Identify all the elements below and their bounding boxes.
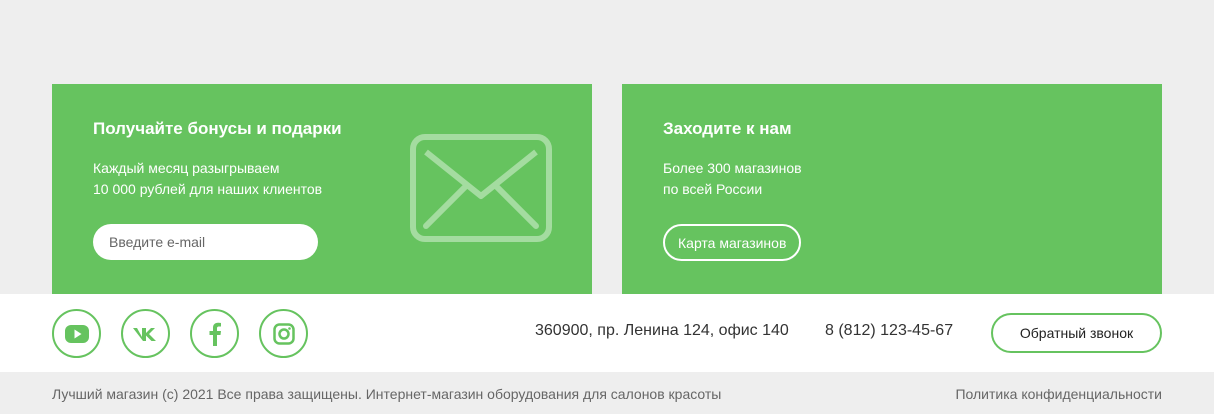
footer-main: 360900, пр. Ленина 124, офис 140 8 (812)… — [0, 294, 1214, 372]
stores-block: Заходите к нам Более 300 магазинов по вс… — [622, 84, 1162, 294]
privacy-policy-link[interactable]: Политика конфиденциальности — [955, 386, 1162, 402]
stores-title: Заходите к нам — [663, 119, 792, 138]
bonus-description: Каждый месяц разыгрываем 10 000 рублей д… — [93, 158, 322, 200]
footer-bottom: Лучший магазин (c) 2021 Все права защище… — [0, 372, 1214, 414]
phone-number[interactable]: 8 (812) 123-45-67 — [825, 322, 953, 340]
bonus-title: Получайте бонусы и подарки — [93, 119, 342, 138]
youtube-link[interactable] — [52, 309, 101, 358]
stores-map-button[interactable]: Карта магазинов — [663, 224, 802, 261]
youtube-icon — [64, 324, 89, 343]
vk-link[interactable] — [121, 309, 170, 358]
callback-button[interactable]: Обратный звонок — [991, 313, 1162, 353]
instagram-icon — [272, 322, 295, 345]
vk-icon — [132, 327, 156, 341]
facebook-link[interactable] — [190, 309, 239, 358]
copyright-text: Лучший магазин (c) 2021 Все права защище… — [52, 386, 722, 402]
email-input[interactable] — [93, 224, 318, 260]
bonus-description-line2: 10 000 рублей для наших клиентов — [93, 181, 323, 197]
stores-description-line2: по всей России — [663, 181, 763, 197]
facebook-icon — [209, 322, 221, 346]
bonus-subscribe-block: Получайте бонусы и подарки Каждый месяц … — [52, 84, 592, 294]
envelope-icon — [410, 134, 552, 242]
instagram-link[interactable] — [259, 309, 308, 358]
bonus-description-line1: Каждый месяц разыгрываем — [93, 160, 280, 176]
stores-description: Более 300 магазинов по всей России — [663, 158, 802, 200]
address: 360900, пр. Ленина 124, офис 140 — [535, 322, 789, 339]
stores-description-line1: Более 300 магазинов — [663, 160, 802, 176]
